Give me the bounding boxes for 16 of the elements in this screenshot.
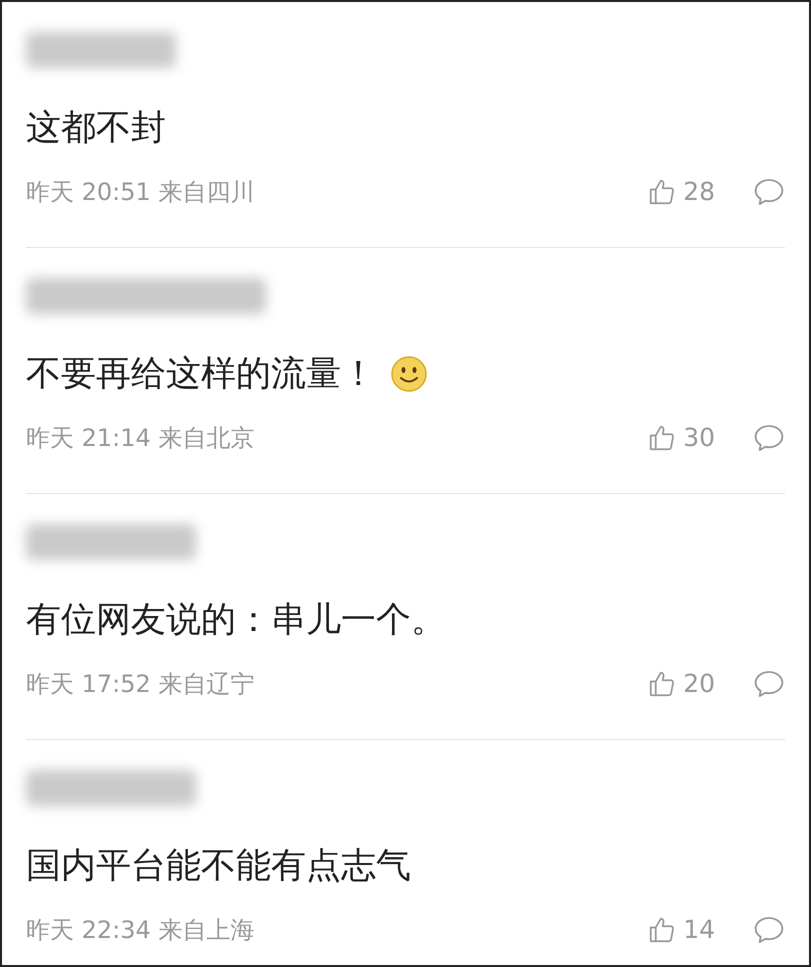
- comment-text: 这都不封: [26, 107, 166, 150]
- comment-icon[interactable]: [753, 915, 785, 945]
- like-count: 28: [683, 176, 715, 208]
- comment-meta: 昨天 22:34 来自上海: [26, 915, 254, 946]
- comment-meta: 昨天 17:52 来自辽宁: [26, 669, 254, 700]
- comment-icon[interactable]: [753, 177, 785, 207]
- comment-icon[interactable]: [753, 669, 785, 699]
- comment-icon[interactable]: [753, 423, 785, 453]
- like-count: 20: [683, 668, 715, 700]
- like-count: 14: [683, 914, 715, 946]
- comment-text: 有位网友说的：串儿一个。: [26, 599, 446, 642]
- comment-text: 国内平台能不能有点志气: [26, 845, 411, 888]
- comment-meta: 昨天 21:14 来自北京: [26, 423, 254, 454]
- like-count: 30: [683, 422, 715, 454]
- comment-text: 不要再给这样的流量！: [26, 353, 376, 396]
- comment-meta: 昨天 20:51 来自四川: [26, 177, 254, 208]
